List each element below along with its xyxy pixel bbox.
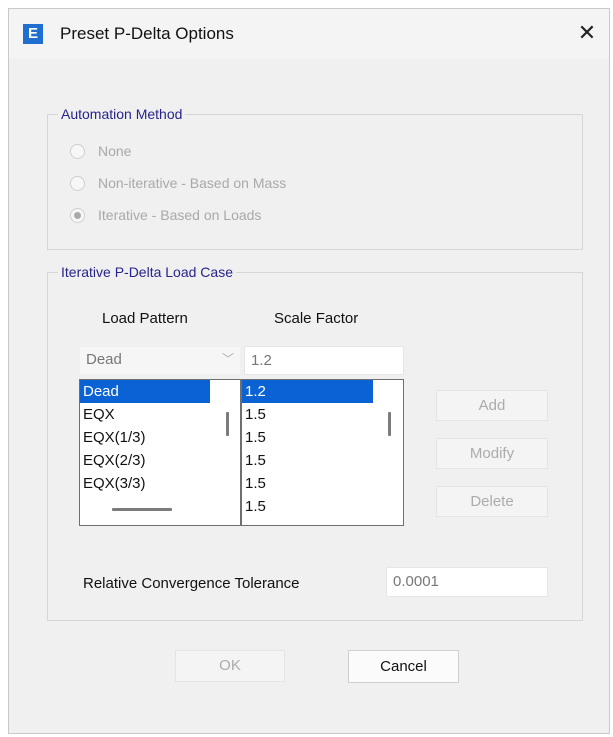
radio-none[interactable]: None [70, 142, 131, 159]
load-case-group: Iterative P-Delta Load Case Load Pattern… [47, 264, 583, 621]
window-title: Preset P-Delta Options [60, 24, 234, 43]
list-item[interactable]: EQX(2/3) [80, 449, 240, 472]
ok-button[interactable]: OK [175, 650, 285, 682]
automation-method-label: Automation Method [58, 106, 186, 122]
radio-iterative[interactable]: Iterative - Based on Loads [70, 206, 261, 223]
dialog-content: Automation Method None Non-iterative - B… [9, 59, 609, 733]
close-icon: ✕ [577, 20, 597, 45]
list-item[interactable]: 1.2 [242, 380, 373, 403]
load-pattern-header: Load Pattern [102, 310, 188, 327]
radio-non-iterative-label: Non-iterative - Based on Mass [98, 175, 287, 192]
tolerance-label: Relative Convergence Tolerance [83, 575, 300, 592]
list-item[interactable]: 1.5 [242, 449, 403, 472]
radio-none-indicator [70, 143, 85, 159]
scale-factor-list[interactable]: 1.2 1.5 1.5 1.5 1.5 1.5 [241, 379, 404, 526]
list-item[interactable]: 1.5 [242, 495, 403, 518]
load-pattern-select[interactable]: Dead ﹀ [79, 346, 241, 375]
close-button[interactable]: ✕ [573, 19, 601, 47]
load-pattern-select-value: Dead [86, 351, 122, 368]
list-item[interactable]: EQX(3/3) [80, 472, 240, 495]
radio-non-iterative-indicator [70, 175, 85, 191]
radio-iterative-indicator [70, 207, 85, 223]
load-case-group-label: Iterative P-Delta Load Case [58, 264, 236, 280]
delete-button[interactable]: Delete [436, 486, 548, 517]
radio-iterative-label: Iterative - Based on Loads [98, 207, 262, 224]
dialog-window: E Preset P-Delta Options ✕ Automation Me… [8, 8, 610, 734]
title-bar: E Preset P-Delta Options ✕ [9, 9, 609, 59]
list-item[interactable]: 1.5 [242, 426, 403, 449]
radio-non-iterative[interactable]: Non-iterative - Based on Mass [70, 174, 286, 191]
scale-factor-input[interactable]: 1.2 [244, 346, 404, 375]
list-item[interactable]: Dead [80, 380, 210, 403]
modify-button[interactable]: Modify [436, 438, 548, 469]
add-button[interactable]: Add [436, 390, 548, 421]
cancel-button[interactable]: Cancel [348, 650, 459, 683]
list-item[interactable]: 1.5 [242, 403, 403, 426]
radio-none-label: None [98, 143, 132, 160]
vertical-scrollbar[interactable] [388, 412, 391, 436]
vertical-scrollbar[interactable] [226, 412, 229, 436]
automation-method-group: Automation Method None Non-iterative - B… [47, 106, 583, 250]
tolerance-input[interactable]: 0.0001 [386, 567, 548, 597]
list-item[interactable]: 1.5 [242, 472, 403, 495]
app-logo-icon: E [23, 24, 43, 44]
load-pattern-list[interactable]: Dead EQX EQX(1/3) EQX(2/3) EQX(3/3) [79, 379, 241, 526]
chevron-down-icon: ﹀ [221, 352, 234, 366]
list-item[interactable]: EQX [80, 403, 240, 426]
horizontal-scrollbar[interactable] [112, 508, 172, 511]
scale-factor-header: Scale Factor [274, 310, 359, 327]
list-item[interactable]: EQX(1/3) [80, 426, 240, 449]
